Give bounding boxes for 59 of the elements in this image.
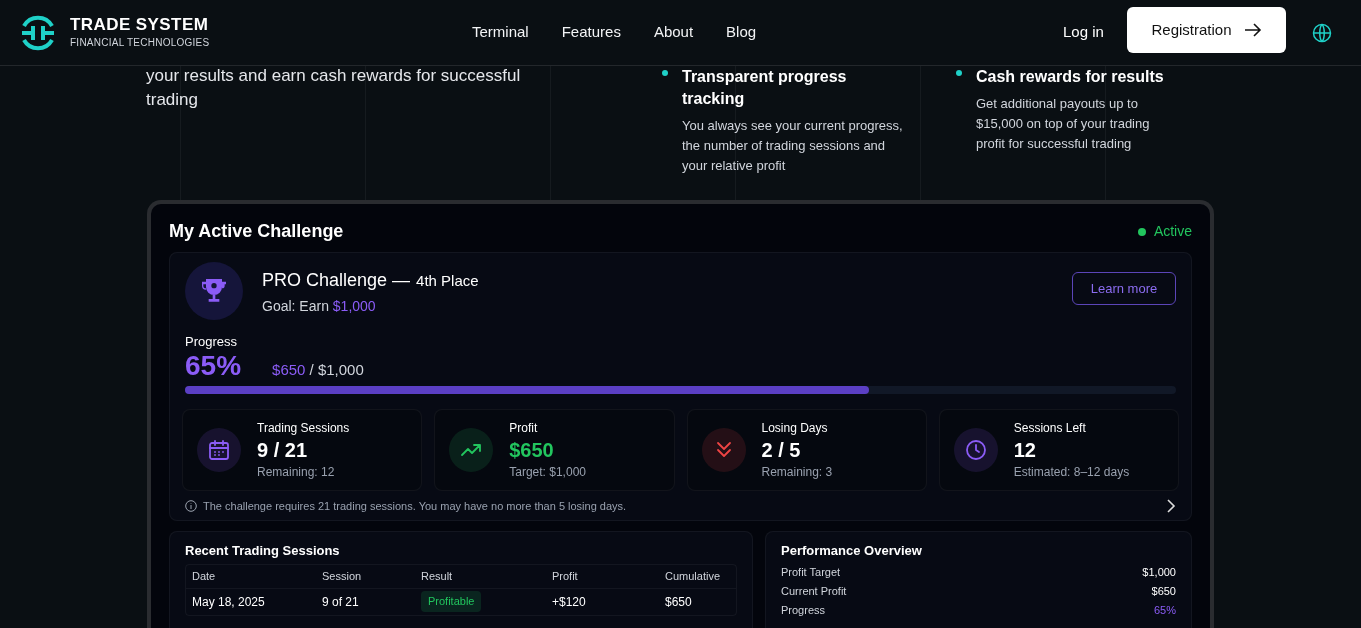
- nav-link[interactable]: Features: [561, 21, 621, 44]
- status-label: Active: [1153, 222, 1192, 241]
- metric-label: Profit Target: [781, 564, 841, 580]
- stat-label: Trading Sessions: [257, 420, 350, 437]
- login-link[interactable]: Log in: [1063, 21, 1104, 44]
- feature-text: Get additional payouts up to $15,000 on top of your trading profit for successful trading: [976, 95, 1151, 153]
- challenge-title: My Active Challenge: [169, 220, 344, 243]
- stat-value: $650: [509, 438, 555, 463]
- feature-text: You always see your current progress, the number of trading sessions and your relative profit: [682, 117, 904, 175]
- learn-more-button[interactable]: Learn more: [1072, 272, 1176, 305]
- nav-link[interactable]: About: [653, 21, 694, 44]
- stat-label: Sessions Left: [1013, 420, 1087, 437]
- progress-total: / $1,000: [309, 361, 364, 378]
- logo-icon: [19, 13, 57, 52]
- stat-subtext: Target: $1,000: [509, 464, 586, 481]
- logo-subtitle: FINANCIAL TECHNOLOGIES: [70, 36, 210, 50]
- stat-value: 2 / 5: [761, 438, 802, 463]
- goal-text: Goal: Earn $1,000: [262, 297, 377, 316]
- stat-subtext: Remaining: 12: [257, 464, 336, 481]
- arrow-right-icon: [1243, 23, 1262, 37]
- progress-percent: 65%: [185, 350, 242, 382]
- nav-link[interactable]: Terminal: [472, 21, 529, 44]
- chevron-right-icon[interactable]: [1166, 499, 1176, 514]
- metric-value: 65%: [1153, 602, 1176, 618]
- metric-label: Progress: [781, 602, 826, 618]
- result-badge: Profitable: [421, 591, 482, 612]
- stat-label: Profit: [509, 420, 539, 437]
- column-header: Result: [421, 568, 454, 584]
- sessions-title: Recent Trading Sessions: [185, 542, 341, 559]
- challenge-name: PRO Challenge —: [262, 269, 411, 292]
- challenge-place: 4th Place: [416, 271, 479, 291]
- stat-value: 12: [1013, 438, 1037, 463]
- logo-title: TRADE SYSTEM: [70, 15, 210, 35]
- challenge-note: The challenge requires 21 trading sessions. You may have no more than 5 losing days.: [203, 499, 627, 514]
- table-cell-text: +$120: [552, 593, 587, 611]
- metric-value: $1,000: [1142, 564, 1176, 580]
- progress-label: Progress: [185, 334, 239, 350]
- metric-value: $650: [1151, 583, 1176, 599]
- table-cell-text: $650: [665, 593, 693, 611]
- progress-amount: $650: [272, 361, 306, 378]
- stat-subtext: Estimated: 8–12 days: [1013, 464, 1130, 481]
- globe-icon[interactable]: [1312, 22, 1332, 43]
- stat-subtext: Remaining: 3: [761, 464, 833, 481]
- hero-text: your results and earn cash rewards for successful trading: [146, 65, 522, 111]
- info-icon: [185, 500, 197, 513]
- table-cell-text: May 18, 2025: [192, 593, 266, 611]
- column-header: Date: [192, 568, 217, 584]
- registration-button[interactable]: Registration: [1127, 7, 1286, 53]
- table-cell-text: 9 of 21: [322, 593, 360, 611]
- performance-title: Performance Overview: [781, 542, 923, 559]
- feature-title: Transparent progress tracking: [682, 67, 848, 109]
- metric-label: Current Profit: [781, 583, 847, 599]
- nav-link[interactable]: Blog: [726, 21, 757, 44]
- stat-label: Losing Days: [761, 420, 829, 437]
- column-header: Cumulative: [665, 568, 722, 584]
- column-header: Profit: [552, 568, 579, 584]
- column-header: Session: [322, 568, 363, 584]
- feature-title: Cash rewards for results: [976, 67, 1165, 87]
- stat-value: 9 / 21: [257, 438, 309, 463]
